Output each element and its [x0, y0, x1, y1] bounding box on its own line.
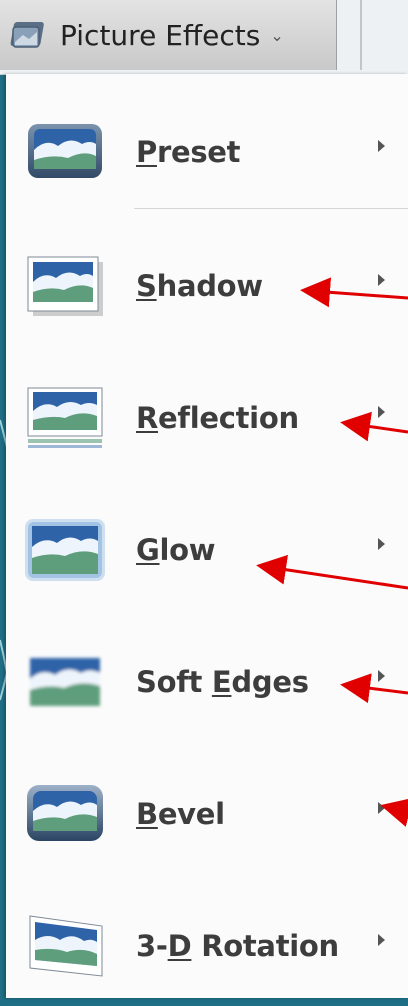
glow-icon: [25, 519, 105, 581]
3d-rotation-icon: [29, 915, 103, 977]
preset-icon: [28, 124, 102, 178]
menu-item-reflection[interactable]: Reflection: [6, 358, 408, 478]
shadow-icon: [27, 256, 103, 316]
menu-item-label: Bevel: [136, 797, 225, 831]
picture-effects-icon: [8, 14, 50, 56]
menu-item-label: Shadow: [136, 269, 263, 303]
picture-effects-label: Picture Effects: [60, 18, 261, 52]
submenu-arrow-icon: [378, 274, 385, 286]
menu-item-label: Preset: [136, 135, 241, 169]
menu-item-label: Soft Edges: [136, 665, 309, 699]
ribbon-separator: [360, 0, 362, 70]
menu-item-shadow[interactable]: Shadow: [6, 226, 408, 346]
menu-divider: [134, 208, 408, 209]
menu-item-label: Glow: [136, 533, 216, 567]
ribbon: Picture Effects ⌄: [0, 0, 408, 75]
picture-effects-menu: Preset Shadow Reflection Glow Soft Edges…: [6, 74, 408, 998]
menu-item-bevel[interactable]: Bevel: [6, 754, 408, 874]
submenu-arrow-icon: [378, 538, 385, 550]
menu-item-3d-rotation[interactable]: 3-D Rotation: [6, 886, 408, 1006]
submenu-arrow-icon: [378, 802, 385, 814]
menu-item-glow[interactable]: Glow: [6, 490, 408, 610]
picture-effects-button[interactable]: Picture Effects ⌄: [0, 0, 337, 70]
submenu-arrow-icon: [378, 670, 385, 682]
submenu-arrow-icon: [378, 140, 385, 152]
menu-item-label: 3-D Rotation: [136, 929, 339, 963]
submenu-arrow-icon: [378, 934, 385, 946]
reflection-icon: [27, 387, 103, 448]
bevel-icon: [27, 785, 103, 841]
chevron-down-icon: ⌄: [270, 25, 284, 45]
soft-edges-icon: [30, 658, 100, 706]
menu-item-soft-edges[interactable]: Soft Edges: [6, 622, 408, 742]
menu-item-preset[interactable]: Preset: [6, 92, 408, 212]
menu-item-label: Reflection: [136, 401, 299, 435]
submenu-arrow-icon: [378, 406, 385, 418]
